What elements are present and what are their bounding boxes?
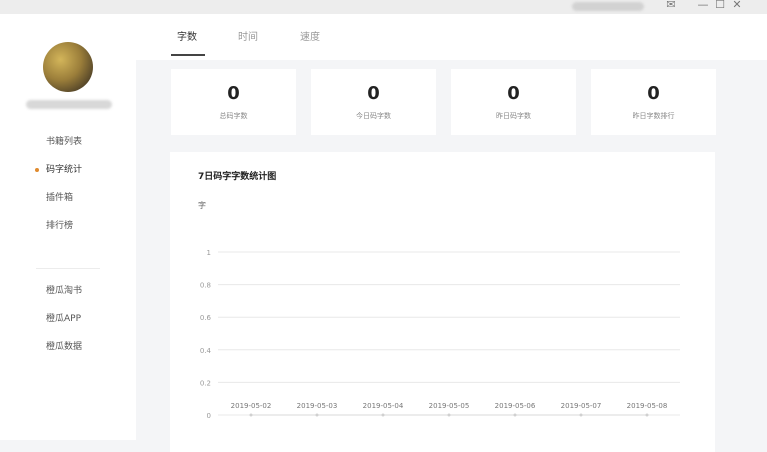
y-tick-label: 0.6 <box>200 314 212 322</box>
sidebar: 书籍列表 码字统计 插件箱 排行榜 橙瓜淘书 橙瓜APP 橙瓜数据 <box>0 14 136 440</box>
maximize-button[interactable]: ☐ <box>714 0 726 12</box>
sidebar-link-book-store[interactable]: 橙瓜淘书 <box>0 277 136 305</box>
sidebar-links-nav: 橙瓜淘书 橙瓜APP 橙瓜数据 <box>0 277 136 361</box>
x-tick-label: 2019-05-06 <box>495 402 536 410</box>
y-tick-label: 0.8 <box>200 282 211 290</box>
stat-card-today: 0 今日码字数 <box>311 69 436 135</box>
data-point <box>249 413 253 417</box>
mail-icon[interactable]: ✉ <box>664 0 678 12</box>
stat-value: 0 <box>507 83 520 104</box>
y-tick-label: 0.2 <box>200 379 211 387</box>
active-indicator-dot <box>35 168 39 172</box>
stat-value: 0 <box>367 83 380 104</box>
x-tick-label: 2019-05-07 <box>561 402 602 410</box>
stat-value: 0 <box>227 83 240 104</box>
sidebar-link-label: 橙瓜APP <box>46 314 82 324</box>
x-tick-label: 2019-05-05 <box>429 402 470 410</box>
sidebar-link-label: 橙瓜淘书 <box>46 286 83 296</box>
tab-word-count[interactable]: 字数 <box>177 28 197 43</box>
sidebar-link-app[interactable]: 橙瓜APP <box>0 305 136 333</box>
close-button[interactable]: ✕ <box>731 0 743 12</box>
data-point <box>315 413 319 417</box>
window-titlebar: ✉ — ☐ ✕ <box>0 0 767 14</box>
username-blurred <box>26 100 112 109</box>
x-tick-label: 2019-05-03 <box>297 402 338 410</box>
stat-label: 昨日字数排行 <box>632 112 675 120</box>
sidebar-divider <box>36 268 100 269</box>
stat-value: 0 <box>647 83 660 104</box>
sidebar-item-label: 书籍列表 <box>46 137 83 147</box>
stat-label: 今日码字数 <box>356 112 391 120</box>
stat-label: 昨日码字数 <box>496 112 531 120</box>
x-tick-label: 2019-05-08 <box>627 402 668 410</box>
y-tick-label: 0.4 <box>200 347 212 355</box>
tab-bar: 字数 时间 速度 <box>136 14 767 60</box>
stat-card-yesterday: 0 昨日码字数 <box>451 69 576 135</box>
minimize-button[interactable]: — <box>697 0 709 12</box>
tab-speed[interactable]: 速度 <box>300 28 320 43</box>
data-point <box>381 413 385 417</box>
data-point <box>579 413 583 417</box>
sidebar-link-label: 橙瓜数据 <box>46 342 83 352</box>
avatar[interactable] <box>43 42 93 92</box>
sidebar-item-label: 排行榜 <box>46 221 74 231</box>
tab-time[interactable]: 时间 <box>238 28 258 43</box>
y-tick-label: 0 <box>207 412 211 420</box>
x-tick-label: 2019-05-04 <box>363 402 404 410</box>
data-point <box>447 413 451 417</box>
y-tick-label: 1 <box>207 249 211 257</box>
data-point <box>513 413 517 417</box>
account-name-blurred[interactable] <box>572 2 644 11</box>
data-point <box>645 413 649 417</box>
sidebar-item-book-list[interactable]: 书籍列表 <box>0 128 136 156</box>
sidebar-item-plugins[interactable]: 插件箱 <box>0 184 136 212</box>
sidebar-item-word-stats[interactable]: 码字统计 <box>0 156 136 184</box>
stat-card-total: 0 总码字数 <box>171 69 296 135</box>
word-count-chart: 0 0.2 0.4 0.6 0.8 1 2019-05-02 2019-05-03 2019-0… <box>200 249 680 420</box>
x-tick-label: 2019-05-02 <box>231 402 272 410</box>
chart-card: 7日码字字数统计图 字 0 0.2 0.4 0.6 0.8 1 2019-05-02 2019… <box>170 152 715 452</box>
active-tab-underline <box>171 54 205 56</box>
sidebar-link-data[interactable]: 橙瓜数据 <box>0 333 136 361</box>
stat-label: 总码字数 <box>219 112 248 120</box>
main-content: 字数 时间 速度 0 总码字数 0 今日码字数 0 昨日码字数 0 昨日字数排行… <box>136 14 767 452</box>
stat-card-yesterday-rank: 0 昨日字数排行 <box>591 69 716 135</box>
sidebar-item-label: 插件箱 <box>46 193 74 203</box>
sidebar-item-ranking[interactable]: 排行榜 <box>0 212 136 240</box>
sidebar-item-label: 码字统计 <box>46 165 83 175</box>
sidebar-main-nav: 书籍列表 码字统计 插件箱 排行榜 <box>0 128 136 240</box>
